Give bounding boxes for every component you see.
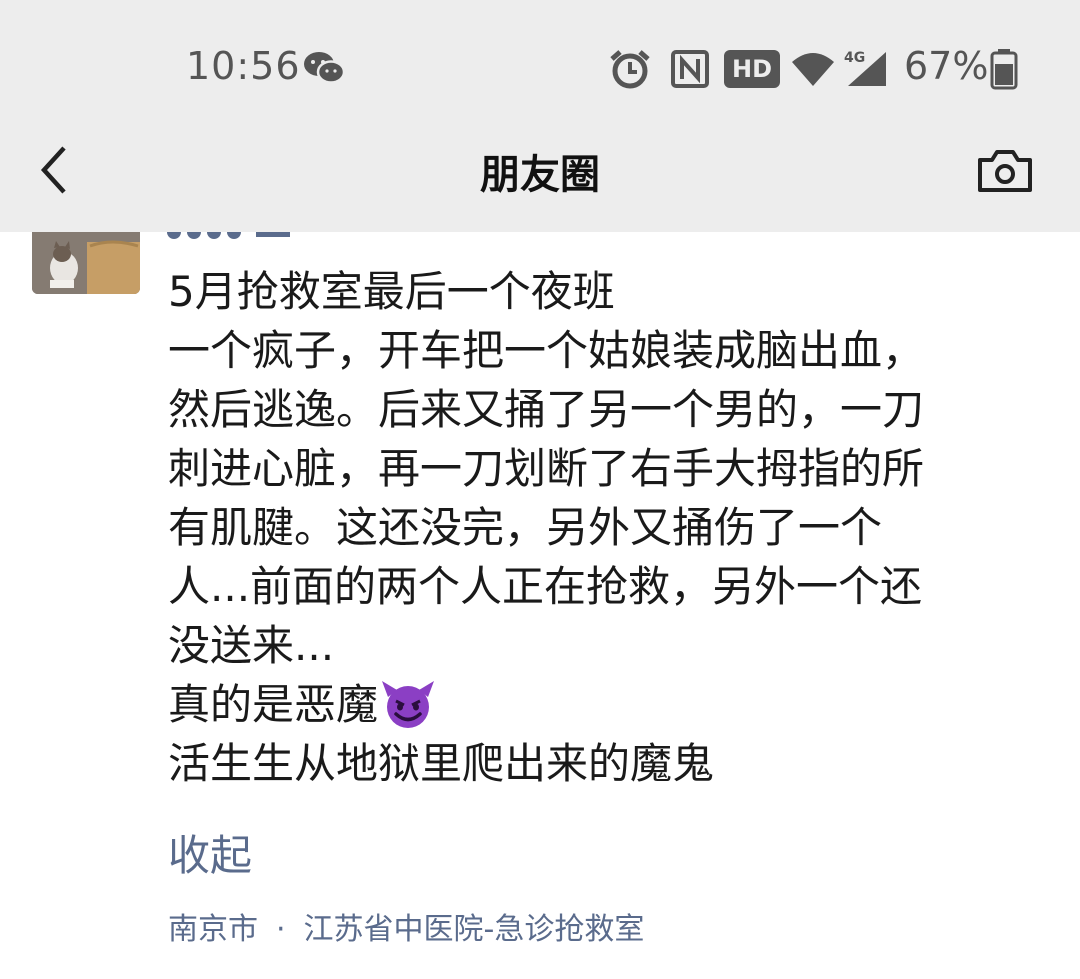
post-line: 真的是恶魔 <box>168 680 379 729</box>
network-type-label: 4G <box>844 50 865 66</box>
location-place: 江苏省中医院-急诊抢救室 <box>303 912 645 947</box>
post-line-with-emoji: 真的是恶魔 <box>168 675 1048 734</box>
post-line: 有肌腱。这还没完，另外又捅伤了一个 <box>168 503 883 552</box>
post-line: 5月抢救室最后一个夜班 <box>168 267 615 316</box>
alarm-icon <box>610 50 650 89</box>
battery-icon <box>990 49 1018 90</box>
status-time: 10:56 <box>186 44 301 88</box>
post-line: 没送来... <box>168 621 335 670</box>
smiling-devil-emoji <box>382 681 435 728</box>
post-content: 5月抢救室最后一个夜班 一个疯子，开车把一个姑娘装成脑出血， 然后逃逸。后来又捅… <box>168 262 1048 793</box>
location-city: 南京市 <box>168 912 258 947</box>
status-bar: 10:56 HD 4G 67% <box>0 0 1080 120</box>
camera-icon[interactable] <box>976 148 1034 194</box>
post-line: 人...前面的两个人正在抢救，另外一个还 <box>168 562 923 611</box>
hd-icon: HD <box>724 50 780 88</box>
location-separator: · <box>276 912 286 947</box>
post-line: 活生生从地狱里爬出来的魔鬼 <box>168 739 715 788</box>
signal-4g-icon: 4G <box>844 50 886 86</box>
nfc-icon <box>671 50 709 88</box>
cat-photo-thumbnail <box>32 232 140 294</box>
page-title: 朋友圈 <box>480 152 600 198</box>
battery-percent: 67% <box>904 44 989 88</box>
post-line: 一个疯子，开车把一个姑娘装成脑出血， <box>168 326 925 375</box>
post-line: 然后逃逸。后来又捅了另一个男的，一刀 <box>168 385 925 434</box>
collapse-link[interactable]: 收起 <box>168 822 252 883</box>
post-line: 刺进心脏，再一刀划断了右手大拇指的所 <box>168 444 925 493</box>
author-name-cropped[interactable] <box>166 232 306 240</box>
location-link[interactable]: 南京市 · 江苏省中医院-急诊抢救室 <box>168 904 644 948</box>
avatar[interactable] <box>32 232 140 294</box>
wechat-icon <box>304 52 346 84</box>
navigation-bar: 朋友圈 <box>0 120 1080 232</box>
wifi-icon <box>792 53 834 86</box>
